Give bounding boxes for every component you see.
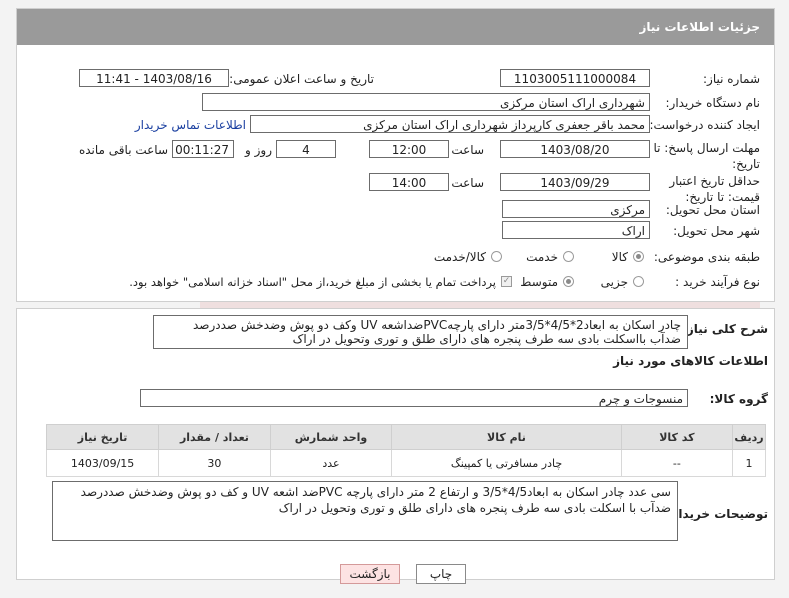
remaining-label: ساعت باقی مانده — [78, 143, 168, 157]
row-price-validity: حداقل تاریخ اعتبار قیمت: تا تاریخ: 1403/… — [17, 173, 774, 204]
row-reply-deadline: مهلت ارسال پاسخ: تا تاریخ: 1403/08/20 سا… — [17, 140, 774, 171]
category-goods-label: کالا — [611, 250, 628, 264]
cell-qty: 30 — [158, 449, 271, 477]
treasury-checkbox[interactable]: ✓ — [501, 276, 512, 287]
reply-time-field: 12:00 — [369, 140, 449, 158]
card-header: جزئیات اطلاعات نیاز — [17, 9, 774, 45]
cell-date: 1403/09/15 — [45, 449, 160, 477]
reply-time-label: ساعت — [451, 143, 484, 157]
price-date-field: 1403/09/29 — [500, 173, 650, 191]
row-need-number: شماره نیاز: 1103005111000084 تاریخ و ساع… — [17, 69, 774, 91]
announce-label: تاریخ و ساعت اعلان عمومی: — [229, 72, 374, 86]
creator-label: ایجاد کننده درخواست: — [649, 118, 760, 132]
buyer-notes-text: سی عدد چادر اسکان به ابعاد4/5*3/5 و ارتف… — [52, 481, 678, 541]
price-time-field: 14:00 — [369, 173, 449, 191]
price-time-label: ساعت — [451, 176, 484, 190]
summary-text: چادر اسکان به ابعاد2*4/5*3/5متر دارای پا… — [153, 315, 688, 349]
process-note: پرداخت تمام یا بخشی از مبلغ خرید،از محل … — [129, 275, 496, 289]
row-process: نوع فرآیند خرید : جزیی متوسط ✓ پرداخت تم… — [17, 272, 774, 294]
process-medium-radio[interactable] — [563, 276, 574, 287]
cell-code: -- — [620, 449, 734, 477]
print-button[interactable]: چاپ — [416, 564, 466, 584]
category-service-radio[interactable] — [563, 251, 574, 262]
province-label: استان محل تحویل: — [665, 203, 760, 217]
goods-group-field: منسوجات و چرم — [140, 389, 688, 407]
cell-name: چادر مسافرتی یا کمپینگ — [391, 449, 622, 477]
announce-field: 1403/08/16 - 11:41 — [79, 69, 229, 87]
row-buyer-org: نام دستگاه خریدار: شهرداری اراک استان مر… — [17, 93, 774, 115]
cell-unit: عدد — [269, 449, 393, 477]
cell-index: 1 — [732, 449, 766, 477]
contact-link[interactable]: اطلاعات تماس خریدار — [135, 115, 246, 135]
process-partial-radio[interactable] — [633, 276, 644, 287]
table-row[interactable]: 1 -- چادر مسافرتی یا کمپینگ عدد 30 1403/… — [45, 449, 766, 477]
category-both-radio[interactable] — [491, 251, 502, 262]
row-category: طبقه بندی موضوعی: کالا خدمت کالا/خدمت — [17, 247, 774, 269]
reply-deadline-label: مهلت ارسال پاسخ: تا تاریخ: — [653, 141, 760, 171]
need-details-card: جزئیات اطلاعات نیاز شماره نیاز: 11030051… — [16, 8, 775, 302]
row-creator: ایجاد کننده درخواست: محمد باقر جعفری کار… — [17, 115, 774, 137]
province-field: مرکزی — [502, 200, 650, 218]
goods-table: ردیف کد کالا نام کالا واحد شمارش تعداد /… — [45, 424, 766, 477]
city-field: اراک — [502, 221, 650, 239]
need-number-field: 1103005111000084 — [500, 69, 650, 87]
category-service-label: خدمت — [526, 250, 558, 264]
days-field: 4 — [276, 140, 336, 158]
category-label: طبقه بندی موضوعی: — [653, 250, 760, 264]
col-name: نام کالا — [391, 424, 622, 450]
col-qty: تعداد / مقدار — [158, 424, 271, 450]
goods-group-label: گروه کالا: — [709, 392, 768, 406]
city-label: شهر محل تحویل: — [673, 224, 760, 238]
reply-date-field: 1403/08/20 — [500, 140, 650, 158]
creator-field: محمد باقر جعفری کارپرداز شهرداری اراک اس… — [250, 115, 650, 133]
need-number-label: شماره نیاز: — [703, 72, 760, 86]
goods-section-title: اطلاعات کالاهای مورد نیاز — [613, 354, 768, 368]
buyer-notes-label: توضیحات خریدار: — [666, 507, 768, 521]
category-both-label: کالا/خدمت — [433, 250, 486, 264]
category-goods-radio[interactable] — [633, 251, 644, 262]
summary-label: شرح کلی نیاز: — [682, 322, 768, 336]
process-medium-label: متوسط — [520, 275, 558, 289]
buyer-org-field: شهرداری اراک استان مرکزی — [202, 93, 650, 111]
process-partial-label: جزیی — [600, 275, 628, 289]
col-index: ردیف — [732, 424, 766, 450]
row-province: استان محل تحویل: مرکزی — [17, 200, 774, 222]
goods-table-header: ردیف کد کالا نام کالا واحد شمارش تعداد /… — [45, 424, 766, 450]
row-city: شهر محل تحویل: اراک — [17, 221, 774, 243]
process-label: نوع فرآیند خرید : — [675, 275, 760, 289]
back-button[interactable]: بازگشت — [340, 564, 400, 584]
days-label: روز و — [245, 143, 272, 157]
remaining-time-field: 00:11:27 — [172, 140, 234, 158]
details-section: شرح کلی نیاز: چادر اسکان به ابعاد2*4/5*3… — [16, 308, 775, 580]
col-code: کد کالا — [620, 424, 734, 450]
col-date: تاریخ نیاز — [45, 424, 160, 450]
col-unit: واحد شمارش — [269, 424, 393, 450]
buyer-org-label: نام دستگاه خریدار: — [665, 96, 761, 110]
